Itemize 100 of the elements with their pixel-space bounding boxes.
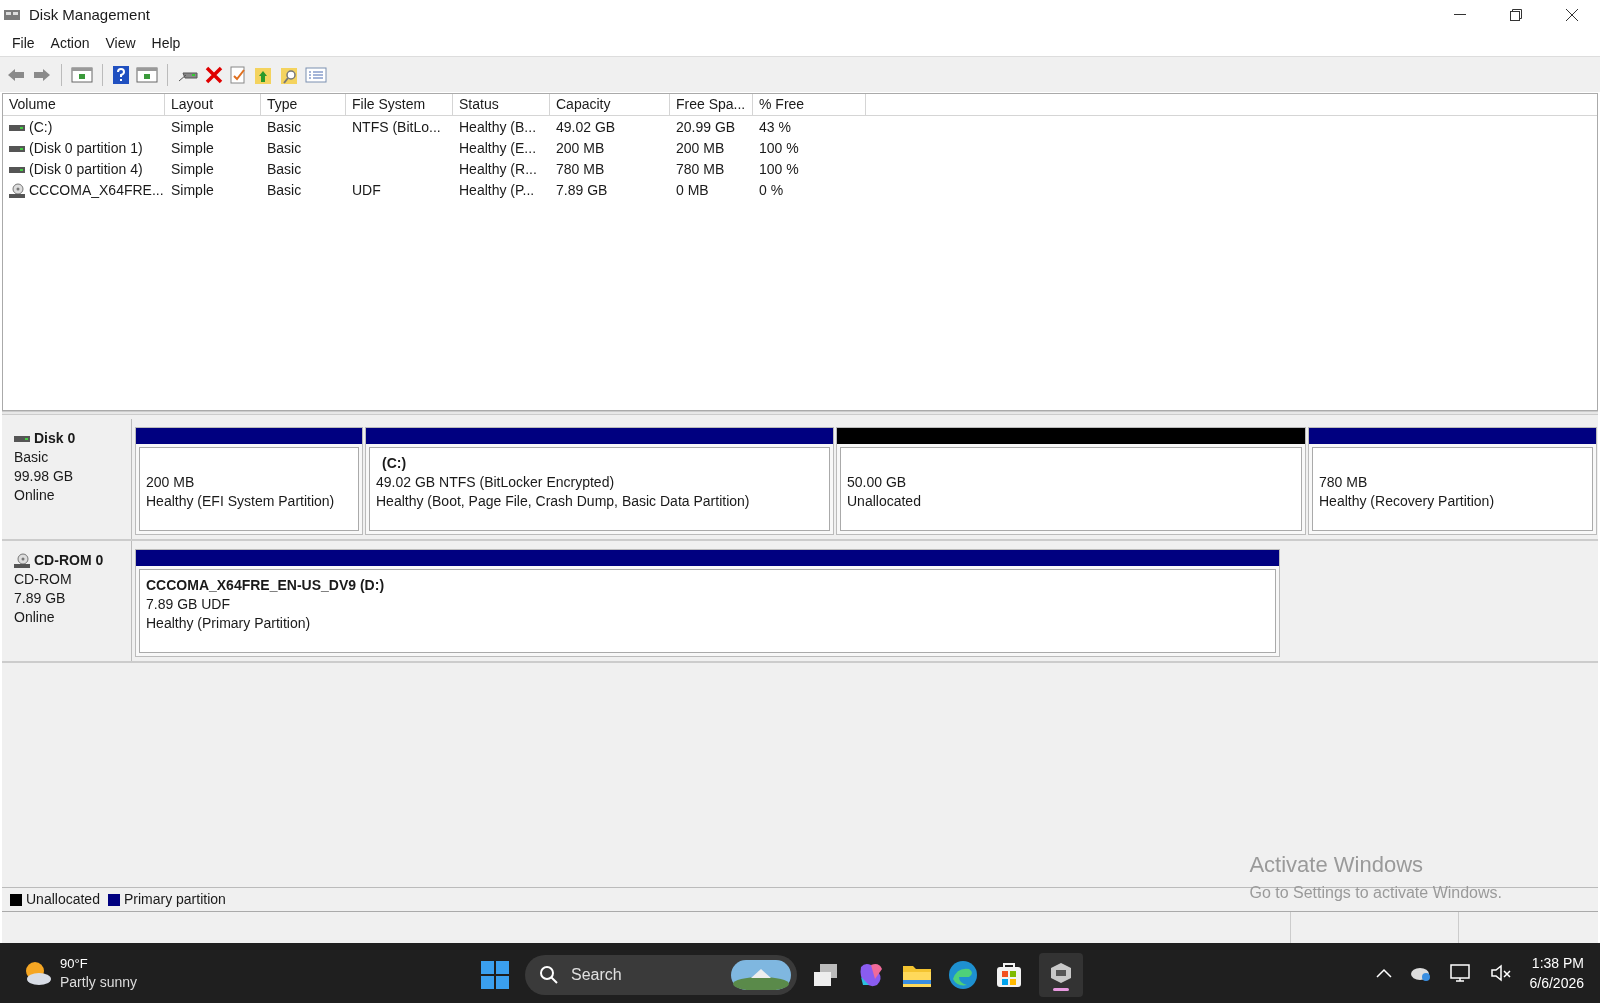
help-icon[interactable] [112,64,130,85]
partition-block[interactable]: 200 MB Healthy (EFI System Partition) [135,427,363,535]
table-cell-text: Healthy (P... [459,181,535,200]
table-cell-text: (C:) [29,118,53,137]
table-cell-text: Basic [267,139,302,158]
close-icon [1566,9,1578,21]
table-cell-text: Basic [267,181,302,200]
table-cell-text: CCCOMA_X64FRE... [29,181,164,200]
table-cell-text: 100 % [759,160,799,179]
table-cell-text: 780 MB [556,160,605,179]
forward-icon[interactable] [32,66,52,83]
table-cell-text: (Disk 0 partition 4) [29,160,143,179]
table-cell-text: UDF [352,181,381,200]
partition-block[interactable]: (C:) 49.02 GB NTFS (BitLocker Encrypted) Healthy (Boot, Page File, Crash Dump, Basic Data Partition) [365,427,834,535]
partition-size: 200 MB [146,473,196,492]
partition-title: CCCOMA_X64FRE_EN-US_DV9 (D:) [146,576,386,595]
table-cell-text: Simple [171,160,214,179]
drive-icon [14,433,30,444]
table-cell-text: Healthy (E... [459,139,537,158]
column-header[interactable]: Capacity [550,94,670,115]
app-icon [3,7,21,23]
disk-name: Disk 0 [34,429,76,448]
restore-icon [1510,9,1522,21]
chevron-up-icon[interactable] [1375,968,1392,978]
column-header[interactable]: Layout [165,94,261,115]
clock-date[interactable]: 6/6/2026 [1529,973,1584,993]
action-pane-icon[interactable] [136,65,158,84]
table-cell-text: Basic [267,118,302,137]
partition-status: Healthy (EFI System Partition) [146,492,336,511]
drive-icon [9,122,25,133]
partition-block[interactable]: CCCOMA_X64FRE_EN-US_DV9 (D:) 7.89 GB UDF Healthy (Primary Partition) [135,549,1280,657]
table-cell-text: 780 MB [676,160,725,179]
table-cell-text: 49.02 GB [556,118,616,137]
table-cell-text: Simple [171,181,214,200]
column-header[interactable]: Free Spa... [670,94,753,115]
drive-icon [9,143,25,154]
table-cell-text: Simple [171,139,214,158]
disk-name: CD-ROM 0 [34,551,104,570]
table-cell-text: 200 MB [676,139,725,158]
back-icon[interactable] [6,66,26,83]
browser-icon[interactable] [947,959,979,991]
partition-title: (C:) [381,454,408,473]
legend-label: Unallocated [26,890,100,909]
table-cell-text: 200 MB [556,139,605,158]
column-header[interactable]: % Free [753,94,866,115]
activation-message: Go to Settings to activate Windows. [1249,883,1502,903]
menu-item[interactable]: File [4,32,43,54]
partition-size: 49.02 GB NTFS (BitLocker Encrypted) [376,473,616,492]
landscape-icon [731,960,791,990]
table-cell-text: 100 % [759,139,799,158]
partition-status: Healthy (Boot, Page File, Crash Dump, Basic Data Partition) [376,492,751,511]
table-cell-text: (Disk 0 partition 1) [29,139,143,158]
table-cell-text: NTFS (BitLo... [352,118,441,137]
partition-status: Healthy (Primary Partition) [146,614,312,633]
delete-icon[interactable] [205,65,223,84]
weather-text: Partly sunny [60,973,138,992]
partition-block[interactable]: 50.00 GB Unallocated [836,427,1306,535]
windows-start-icon[interactable] [479,959,511,991]
column-header[interactable]: Type [261,94,346,115]
monitor-icon[interactable] [1449,963,1472,983]
menu-item[interactable]: View [97,32,144,54]
table-cell-text: Healthy (B... [459,118,537,137]
cd-drive-icon [14,552,30,569]
legend-label: Primary partition [123,890,226,909]
partition-size: 780 MB [1319,473,1369,492]
partition-status: Healthy (Recovery Partition) [1319,492,1496,511]
partition-size: 7.89 GB UDF [146,595,232,614]
disk-status: Online [14,486,56,505]
speaker-muted-icon[interactable] [1489,963,1512,983]
disk-type: Basic [14,448,50,467]
table-cell-text: 43 % [759,118,791,137]
table-cell-text: Basic [267,160,302,179]
table-cell-text: Healthy (R... [459,160,537,179]
properties-icon[interactable] [229,64,247,85]
disk-size: 99.98 GB [14,467,75,486]
disk-size: 7.89 GB [14,589,67,608]
minimize-icon [1454,14,1466,16]
partition-block[interactable]: 780 MB Healthy (Recovery Partition) [1308,427,1597,535]
menu-item[interactable]: Action [42,32,98,54]
search-input[interactable]: Search [571,963,711,987]
disk-status: Online [14,608,56,627]
activation-title: Activate Windows [1249,851,1425,879]
column-header[interactable]: Volume [3,94,165,115]
temperature-text: 90°F [60,955,89,973]
console-tree-icon[interactable] [71,65,93,84]
column-header[interactable]: Status [453,94,550,115]
menu-item[interactable]: Help [143,32,189,54]
clock-time[interactable]: 1:38 PM [1531,953,1584,973]
search-box[interactable]: Search [525,955,797,995]
cd-drive-icon [9,182,25,199]
column-header[interactable]: File System [346,94,453,115]
window-title: Disk Management [29,4,150,25]
table-cell-text: 20.99 GB [676,118,736,137]
disk-management-taskbar-button[interactable] [1039,953,1083,997]
table-cell-text: Simple [171,118,214,137]
table-cell-text: 0 MB [676,181,709,200]
table-cell-text: 7.89 GB [556,181,608,200]
disk-type: CD-ROM [14,570,73,589]
table-cell-text: 0 % [759,181,784,200]
search-icon [539,965,559,985]
